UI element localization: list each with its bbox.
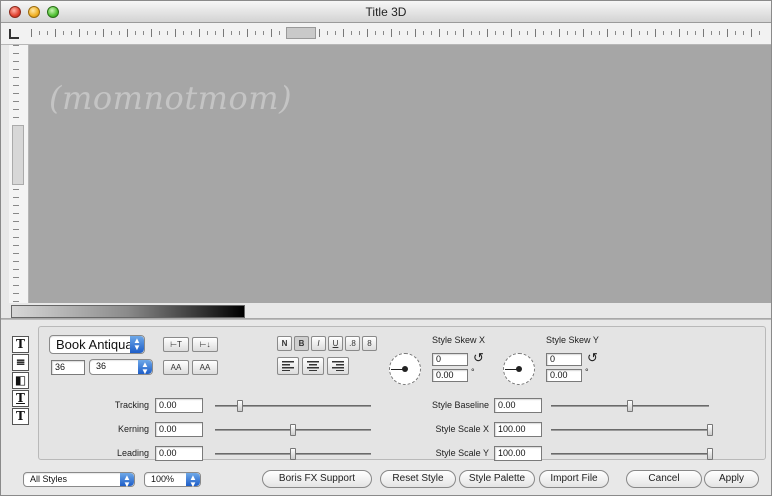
dial-center-icon	[402, 366, 408, 372]
dial-center-icon	[516, 366, 522, 372]
text-tab-icon: T	[16, 337, 25, 351]
skew-x-label: Style Skew X	[432, 335, 486, 345]
vertical-ruler[interactable]	[9, 45, 29, 303]
boris-fx-support-button[interactable]: Boris FX Support	[262, 470, 372, 488]
skew-y-dial[interactable]	[503, 353, 535, 385]
italic-button[interactable]: I	[311, 336, 326, 351]
style-baseline-slider[interactable]	[551, 400, 709, 412]
skew-x-dial[interactable]	[389, 353, 421, 385]
reset-skew-y-icon[interactable]: ↺	[587, 350, 598, 366]
increase-size-button[interactable]: AA	[163, 360, 189, 375]
paragraph-tab-icon: ≡	[15, 355, 26, 369]
shadow-tab-icon: T	[16, 409, 25, 423]
horizontal-ruler-major-ticks	[31, 29, 761, 37]
skew-x-offset-field[interactable]: 0.00	[432, 369, 468, 382]
kerning-slider-thumb[interactable]	[290, 424, 296, 436]
import-file-button[interactable]: Import File	[539, 470, 609, 488]
font-family-select[interactable]: Book Antiqua ▲ ▼	[49, 335, 145, 354]
tracking-slider-thumb[interactable]	[237, 400, 243, 412]
style-palette-button[interactable]: Style Palette	[459, 470, 535, 488]
vertical-ruler-thumb[interactable]	[12, 125, 24, 185]
style-scale-y-field[interactable]: 100.00	[494, 446, 542, 461]
leading-slider-thumb[interactable]	[290, 448, 296, 460]
normal-style-button[interactable]: N	[277, 336, 292, 351]
outline-tab[interactable]: T	[12, 390, 29, 407]
text-canvas[interactable]: (momnotmom)	[29, 45, 771, 303]
style-baseline-field[interactable]: 0.00	[494, 398, 542, 413]
align-right-button[interactable]	[327, 357, 349, 375]
style-scale-y-slider-thumb[interactable]	[707, 448, 713, 460]
font-size-select[interactable]: 36 ▲ ▼	[89, 359, 153, 376]
style-scale-y-slider[interactable]	[551, 448, 713, 460]
style-baseline-label: Style Baseline	[431, 400, 489, 410]
cancel-button[interactable]: Cancel	[626, 470, 702, 488]
kerning-slider[interactable]	[215, 424, 371, 436]
chevron-updown-icon: ▲ ▼	[186, 473, 200, 489]
reset-skew-x-icon[interactable]: ↺	[473, 350, 484, 366]
skew-y-field[interactable]: 0	[546, 353, 582, 366]
degree-icon: °	[585, 367, 589, 377]
styles-select[interactable]: All Styles ▲ ▼	[23, 472, 135, 489]
chevron-updown-icon: ▲ ▼	[120, 473, 134, 489]
style-scale-x-label: Style Scale X	[435, 424, 489, 434]
gradient-bar[interactable]	[11, 305, 245, 318]
align-left-button[interactable]	[277, 357, 299, 375]
decrease-size-button[interactable]: AA	[192, 360, 218, 375]
align-center-button[interactable]	[302, 357, 324, 375]
style-controls: Book Antiqua ▲ ▼ ⊢T ⊢↓ 36 36 ▲ ▼ AA AA N B…	[38, 326, 766, 461]
ruler-corner-icon	[9, 29, 19, 39]
style-scale-x-slider-thumb[interactable]	[707, 424, 713, 436]
fill-tab[interactable]: ◧	[12, 372, 29, 389]
title-3d-window: Title 3D (momnotmom) T ≡ ◧ T T Book Anti…	[0, 0, 772, 496]
font-family-value: Book Antiqua	[56, 337, 133, 352]
tracking-label: Tracking	[114, 400, 149, 410]
style-baseline-slider-thumb[interactable]	[627, 400, 633, 412]
style-scale-x-field[interactable]: 100.00	[494, 422, 542, 437]
styles-select-value: All Styles	[30, 474, 68, 484]
style-panel: T ≡ ◧ T T Book Antiqua ▲ ▼ ⊢T ⊢↓ 36 36 ▲ ▼…	[1, 319, 771, 495]
left-align-icon	[282, 361, 294, 371]
baseline-down-button[interactable]: ⊢↓	[192, 337, 218, 352]
shadow-tab[interactable]: T	[12, 408, 29, 425]
gradient-row	[1, 303, 771, 319]
ruler-range-marker[interactable]	[286, 27, 316, 39]
reset-style-button[interactable]: Reset Style	[380, 470, 456, 488]
tracking-slider[interactable]	[215, 400, 371, 412]
bold-button[interactable]: B	[294, 336, 309, 351]
kerning-field[interactable]: 0.00	[155, 422, 203, 437]
style-scale-x-slider[interactable]	[551, 424, 713, 436]
underline-button[interactable]: U	[328, 336, 343, 351]
font-size-select-value: 36	[96, 361, 107, 371]
center-align-icon	[307, 361, 319, 371]
right-align-icon	[332, 361, 344, 371]
fill-tab-icon: ◧	[14, 373, 27, 387]
text-tab[interactable]: T	[12, 336, 29, 353]
degree-icon: °	[471, 367, 475, 377]
canvas-title-text[interactable]: (momnotmom)	[49, 79, 292, 117]
zoom-select-value: 100%	[151, 474, 175, 484]
baseline-up-button[interactable]: ⊢T	[163, 337, 189, 352]
leading-slider[interactable]	[215, 448, 371, 460]
window-title: Title 3D	[365, 5, 407, 19]
paragraph-tab[interactable]: ≡	[12, 354, 29, 371]
tracking-field[interactable]: 0.00	[155, 398, 203, 413]
style-scale-y-label: Style Scale Y	[435, 448, 489, 458]
horizontal-ruler[interactable]	[1, 23, 771, 45]
apply-button[interactable]: Apply	[704, 470, 759, 488]
outline-tab-icon: T	[16, 391, 25, 405]
title-bar[interactable]: Title 3D	[1, 1, 771, 23]
subscript-button[interactable]: 8	[362, 336, 377, 351]
skew-x-field[interactable]: 0	[432, 353, 468, 366]
font-size-field[interactable]: 36	[51, 360, 85, 375]
superscript-button[interactable]: .8	[345, 336, 360, 351]
kerning-label: Kerning	[117, 424, 149, 434]
leading-label: Leading	[116, 448, 149, 458]
chevron-updown-icon: ▲ ▼	[130, 336, 144, 353]
skew-y-offset-field[interactable]: 0.00	[546, 369, 582, 382]
zoom-select[interactable]: 100% ▲ ▼	[144, 472, 201, 489]
leading-field[interactable]: 0.00	[155, 446, 203, 461]
skew-y-label: Style Skew Y	[546, 335, 599, 345]
chevron-updown-icon: ▲ ▼	[138, 360, 152, 376]
